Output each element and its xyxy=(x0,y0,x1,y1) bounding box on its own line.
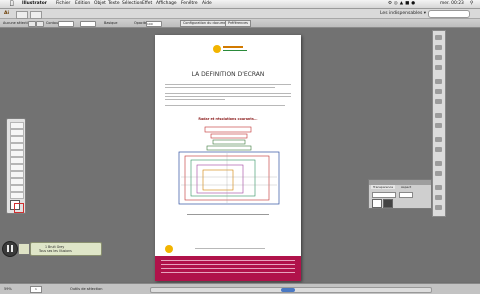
layers-panel-icon[interactable] xyxy=(435,137,442,142)
paragraph-line xyxy=(165,96,291,97)
pen-tool-icon[interactable] xyxy=(10,143,24,150)
search-field[interactable] xyxy=(428,10,470,18)
basic-brush-label[interactable]: Basique xyxy=(104,19,118,27)
tab-appearance[interactable]: Aspect xyxy=(399,185,413,189)
tools-panel xyxy=(6,118,26,214)
control-bar: Aucune sélection Contour : Basique Opaci… xyxy=(0,19,480,28)
selection-tool-icon[interactable] xyxy=(10,122,24,129)
footer-band-line xyxy=(161,272,295,273)
magic-wand-tool-icon[interactable] xyxy=(10,136,24,143)
menu-fichier[interactable]: Fichier xyxy=(56,0,70,8)
transparency-panel: Transparence Aspect xyxy=(368,179,432,209)
hand-tool-icon[interactable] xyxy=(10,192,24,199)
menu-bar:  Illustrator Fichier Edition Objet Text… xyxy=(0,0,480,9)
fill-swatch[interactable] xyxy=(28,21,36,27)
pause-bar-icon xyxy=(11,245,13,252)
logo-text-mark xyxy=(223,46,243,48)
paragraph-line xyxy=(165,87,275,88)
menu-edition[interactable]: Edition xyxy=(75,0,90,8)
gradient-tool-icon[interactable] xyxy=(10,185,24,192)
paragraph-panel-icon[interactable] xyxy=(435,205,442,210)
workspace-switcher[interactable]: Les indispensables ▾ xyxy=(380,9,426,18)
brushes-panel-icon[interactable] xyxy=(435,55,442,60)
opacity-input[interactable] xyxy=(399,192,413,198)
paragraph-line xyxy=(165,105,285,106)
spotlight-icon[interactable]: ⚲ xyxy=(470,0,473,8)
diagram-caption xyxy=(187,214,269,215)
stroke-color-swatch[interactable] xyxy=(14,203,24,213)
direct-selection-tool-icon[interactable] xyxy=(10,129,24,136)
mini-player: 1 Bruit Grey Tous ses les Illusions xyxy=(2,241,102,257)
pathfinder-panel-icon[interactable] xyxy=(435,185,442,190)
brush-tool-icon[interactable] xyxy=(10,171,24,178)
footer-address-line xyxy=(195,248,265,249)
gradient-panel-icon[interactable] xyxy=(435,89,442,94)
stroke-swatch[interactable] xyxy=(36,21,44,27)
footer-band xyxy=(155,256,301,281)
menu-aide[interactable]: Aide xyxy=(202,0,212,8)
application-bar: Ai Les indispensables ▾ xyxy=(0,9,480,19)
footer-logo-icon xyxy=(165,245,173,253)
blend-mode-select[interactable] xyxy=(372,192,396,198)
character-panel-icon[interactable] xyxy=(435,195,442,200)
artboard[interactable]: LA DEFINITION D'ECRAN Radar et résolutio… xyxy=(155,35,301,281)
document-subtitle: Radar et résolutions courants... xyxy=(198,117,258,121)
variable-width-field[interactable] xyxy=(80,21,96,27)
graphic-styles-panel-icon[interactable] xyxy=(435,123,442,128)
paragraph-line xyxy=(165,99,225,100)
menu-objet[interactable]: Objet xyxy=(94,0,106,8)
pause-bar-icon xyxy=(7,245,9,252)
opacity-field[interactable]: 100 xyxy=(146,21,162,27)
menu-texte[interactable]: Texte xyxy=(108,0,120,8)
logo-text-mark-2 xyxy=(223,50,247,51)
horizontal-scrollbar[interactable] xyxy=(150,287,432,293)
artboards-panel-icon[interactable] xyxy=(435,147,442,152)
status-bar: 59% 1 Outils de sélection xyxy=(0,283,480,294)
clock: mer. 00:23 xyxy=(440,1,464,6)
illustrator-logo: Ai xyxy=(4,11,10,16)
paragraph-line xyxy=(165,84,291,85)
mask-thumbnail[interactable] xyxy=(383,199,393,208)
menu-affichage[interactable]: Affichage xyxy=(156,0,177,8)
symbols-panel-icon[interactable] xyxy=(435,65,442,70)
type-tool-icon[interactable] xyxy=(10,150,24,157)
pause-button[interactable] xyxy=(2,241,18,257)
color-panel-icon[interactable] xyxy=(435,35,442,40)
paragraph-line xyxy=(165,93,291,94)
tab-transparency[interactable]: Transparence xyxy=(371,185,396,189)
object-thumbnail[interactable] xyxy=(372,199,382,208)
menu-fenetre[interactable]: Fenêtre xyxy=(181,0,198,8)
document-title: LA DEFINITION D'ECRAN xyxy=(191,71,265,78)
swatches-panel-icon[interactable] xyxy=(435,45,442,50)
document-logo-icon xyxy=(213,45,221,53)
transparency-panel-icon[interactable] xyxy=(435,99,442,104)
footer-band-line xyxy=(161,268,295,269)
appearance-panel-icon[interactable] xyxy=(435,113,442,118)
footer-band-line xyxy=(161,264,295,265)
arrange-documents-button[interactable] xyxy=(30,10,42,19)
status-icons[interactable]: ⚙◎▲■● xyxy=(388,0,417,8)
page-number[interactable]: 1 xyxy=(30,286,42,293)
stroke-panel-icon[interactable] xyxy=(435,79,442,84)
track-info[interactable]: 1 Bruit Grey Tous ses les Illusions xyxy=(30,242,102,256)
preferences-button[interactable]: Préférences xyxy=(225,20,251,27)
rotate-tool-icon[interactable] xyxy=(10,178,24,185)
menu-app-name[interactable]: Illustrator xyxy=(22,0,47,8)
line-tool-icon[interactable] xyxy=(10,157,24,164)
bridge-button[interactable] xyxy=(16,10,28,19)
panel-dock xyxy=(432,30,446,217)
stroke-width-field[interactable] xyxy=(58,21,74,27)
align-panel-icon[interactable] xyxy=(435,161,442,166)
album-art xyxy=(18,243,30,255)
menu-selection[interactable]: Sélection xyxy=(122,0,142,8)
transform-panel-icon[interactable] xyxy=(435,171,442,176)
rectangle-tool-icon[interactable] xyxy=(10,164,24,171)
menu-effet[interactable]: Effet xyxy=(142,0,152,8)
apple-icon[interactable]:  xyxy=(10,0,14,8)
scrollbar-thumb[interactable] xyxy=(281,288,295,292)
track-artist: Tous ses les Illusions xyxy=(39,249,72,253)
resolution-diagram xyxy=(178,126,280,205)
footer-band-line xyxy=(161,260,295,261)
